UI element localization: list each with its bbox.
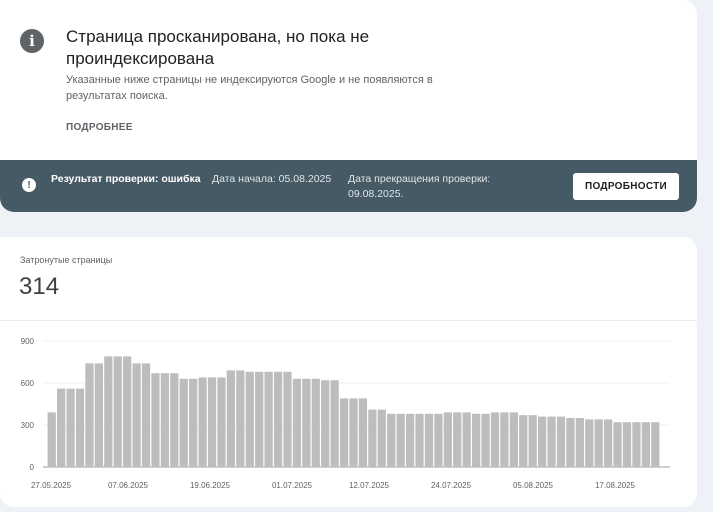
bar xyxy=(170,373,179,467)
y-tick-label: 900 xyxy=(21,337,35,346)
bar xyxy=(330,380,339,467)
bar xyxy=(396,413,405,467)
x-tick-label: 19.06.2025 xyxy=(190,481,231,490)
bar xyxy=(368,409,377,467)
x-tick-label: 27.05.2025 xyxy=(31,481,72,490)
bar xyxy=(245,371,254,467)
x-tick-label: 05.08.2025 xyxy=(513,481,554,490)
bar xyxy=(47,412,56,467)
validation-start-date: Дата начала: 05.08.2025 xyxy=(212,173,332,185)
bar xyxy=(123,356,132,467)
x-tick-label: 24.07.2025 xyxy=(431,481,472,490)
x-tick-label: 07.06.2025 xyxy=(108,481,149,490)
details-button[interactable]: ПОДРОБНОСТИ xyxy=(573,173,679,200)
affected-pages-chart: 900 600 300 0 27.05.2025 07.06.2025 19.06.2025… xyxy=(21,337,670,490)
bar xyxy=(377,409,386,467)
bar xyxy=(236,370,245,467)
bar xyxy=(189,378,198,467)
bar xyxy=(160,373,169,467)
bar xyxy=(434,413,443,467)
bar xyxy=(255,371,264,467)
y-tick-label: 300 xyxy=(21,421,35,430)
validation-result: Результат проверки: ошибка xyxy=(51,173,201,185)
bar xyxy=(547,416,556,467)
bar xyxy=(217,377,226,467)
bar xyxy=(141,363,151,467)
bar xyxy=(566,418,575,467)
alert-icon: ! xyxy=(22,178,36,192)
bar xyxy=(594,419,603,467)
bar xyxy=(349,398,358,467)
bar xyxy=(273,371,283,467)
bar xyxy=(113,356,122,467)
x-tick-label: 01.07.2025 xyxy=(272,481,313,490)
bar xyxy=(207,377,217,467)
y-tick-label: 0 xyxy=(30,463,35,472)
bar xyxy=(500,412,509,467)
bar xyxy=(66,388,75,467)
bar xyxy=(490,412,500,467)
status-card: i Страница просканирована, но пока не пр… xyxy=(0,0,697,212)
affected-pages-card: Затронутые страницы 314 900 600 300 0 27.05.… xyxy=(0,237,697,507)
bar xyxy=(462,412,471,467)
bar xyxy=(443,412,452,467)
bar xyxy=(641,422,650,467)
bar xyxy=(651,422,660,467)
validation-end-date: Дата прекращения проверки: 09.08.2025. xyxy=(348,173,491,200)
bar xyxy=(538,416,547,467)
bar xyxy=(481,413,490,467)
bar xyxy=(622,422,632,467)
bar xyxy=(321,380,330,467)
x-tick-label: 12.07.2025 xyxy=(349,481,390,490)
bar xyxy=(556,416,566,467)
bar xyxy=(604,419,613,467)
bar xyxy=(85,363,94,467)
status-subtitle: Указанные ниже страницы не индексируются… xyxy=(66,74,433,102)
bar xyxy=(471,413,481,467)
bar xyxy=(632,422,641,467)
bar xyxy=(226,370,236,467)
bar xyxy=(198,377,207,467)
bar xyxy=(311,378,320,467)
bar xyxy=(283,371,292,467)
bar xyxy=(132,363,141,467)
bar xyxy=(387,413,396,467)
bar xyxy=(509,412,518,467)
bar xyxy=(528,415,537,467)
bar xyxy=(519,415,528,467)
bar xyxy=(453,412,462,467)
bar xyxy=(151,373,160,467)
bar xyxy=(264,371,273,467)
bar xyxy=(57,388,66,467)
bar xyxy=(585,419,594,467)
bar xyxy=(94,363,103,467)
status-title: Страница просканирована, но пока не прои… xyxy=(66,27,370,68)
bar xyxy=(575,418,584,467)
learn-more-link[interactable]: ПОДРОБНЕЕ xyxy=(66,122,133,133)
bar xyxy=(405,413,415,467)
y-tick-label: 600 xyxy=(21,379,35,388)
bar xyxy=(415,413,424,467)
bar xyxy=(179,378,188,467)
bar xyxy=(75,388,85,467)
bar xyxy=(358,398,368,467)
bar xyxy=(302,378,311,467)
bar xyxy=(339,398,349,467)
bar xyxy=(292,378,302,467)
validation-bar: ! Результат проверки: ошибка Дата начала… xyxy=(0,160,697,212)
bar xyxy=(424,413,434,467)
info-icon: i xyxy=(20,29,44,53)
bar xyxy=(104,356,113,467)
x-tick-label: 17.08.2025 xyxy=(595,481,636,490)
bar xyxy=(613,422,622,467)
